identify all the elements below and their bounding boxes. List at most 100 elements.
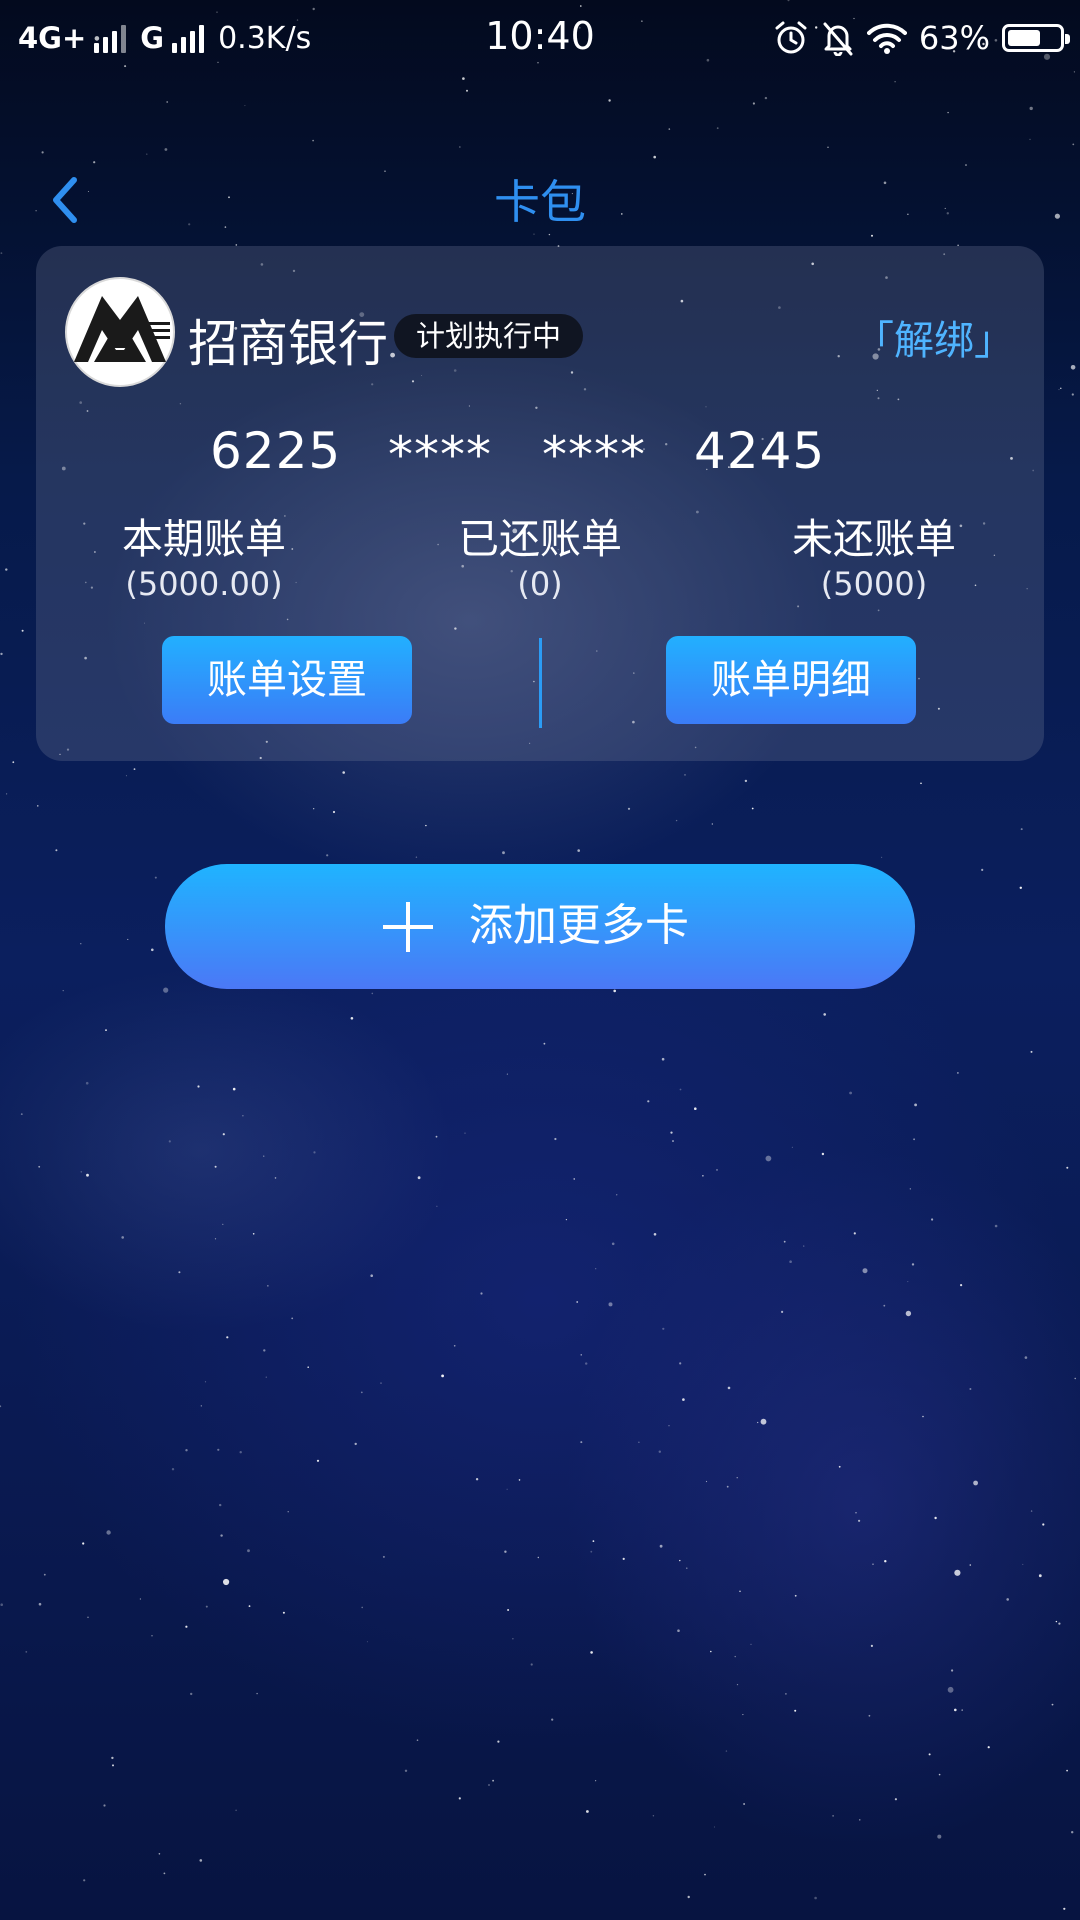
star <box>907 1281 909 1283</box>
star <box>166 101 169 103</box>
star <box>466 89 468 92</box>
star <box>760 1418 767 1425</box>
plus-icon <box>383 902 433 952</box>
star <box>716 1169 718 1171</box>
star <box>736 1477 738 1479</box>
star <box>435 1135 438 1138</box>
bill-details-button[interactable]: 账单明细 <box>666 636 916 724</box>
star <box>853 1232 856 1235</box>
star <box>204 1381 207 1383</box>
star <box>1063 1907 1066 1910</box>
star <box>235 1809 237 1812</box>
star <box>5 568 8 571</box>
star <box>1030 1050 1033 1053</box>
star <box>951 1669 954 1672</box>
star <box>652 1815 655 1817</box>
star <box>112 1764 114 1767</box>
star <box>512 1638 514 1640</box>
star <box>590 1550 593 1553</box>
star <box>1029 106 1033 111</box>
star <box>163 1872 166 1875</box>
wifi-icon <box>866 23 907 54</box>
stat-value: (0) <box>517 565 563 603</box>
star <box>197 1085 200 1088</box>
star <box>354 1442 357 1446</box>
star <box>883 1304 886 1307</box>
star <box>127 938 129 940</box>
star <box>592 1540 595 1542</box>
add-card-button[interactable]: 添加更多卡 <box>165 864 915 989</box>
star <box>872 1563 874 1565</box>
star <box>702 1175 704 1177</box>
button-divider <box>539 638 542 728</box>
bank-logo <box>65 277 175 387</box>
star <box>171 1468 175 1471</box>
star <box>313 1151 316 1154</box>
star <box>242 1115 244 1117</box>
star <box>543 1042 546 1045</box>
star <box>146 153 148 155</box>
star <box>1006 1598 1009 1601</box>
star <box>653 155 656 159</box>
star <box>518 1479 521 1481</box>
unbind-button[interactable]: 「解绑」 <box>854 308 1014 366</box>
stat-label: 已还账单 <box>458 515 622 563</box>
star <box>894 1798 898 1801</box>
star <box>686 1567 688 1569</box>
star <box>716 127 719 130</box>
stat-paid-bill: 已还账单 (0) <box>410 514 670 604</box>
card-number-group: **** <box>542 426 646 484</box>
star <box>312 139 314 142</box>
star <box>783 1240 786 1243</box>
star <box>103 1804 106 1807</box>
star <box>291 1317 294 1320</box>
star <box>82 1542 85 1545</box>
stat-current-bill: 本期账单 (5000.00) <box>74 514 334 604</box>
star <box>1058 1622 1061 1625</box>
star <box>80 943 82 945</box>
star <box>794 1594 797 1597</box>
star <box>265 1376 267 1378</box>
star <box>488 1784 490 1786</box>
star <box>969 1388 972 1390</box>
star <box>83 1879 86 1882</box>
star <box>947 1686 954 1693</box>
star <box>38 1602 42 1606</box>
star <box>164 148 168 151</box>
star <box>507 1609 510 1611</box>
star <box>1074 1377 1076 1380</box>
star <box>436 1205 438 1207</box>
star <box>622 1557 625 1560</box>
star <box>734 1655 736 1658</box>
bill-settings-button[interactable]: 账单设置 <box>162 636 412 724</box>
star <box>928 1753 931 1756</box>
star <box>1070 365 1076 370</box>
star <box>38 1165 41 1168</box>
star <box>789 1260 792 1263</box>
star <box>219 1503 222 1507</box>
star <box>415 856 418 858</box>
star <box>462 77 465 80</box>
star <box>1051 1703 1054 1706</box>
star <box>361 1606 364 1609</box>
star <box>226 1336 229 1339</box>
star <box>704 1873 706 1876</box>
star <box>595 1268 597 1270</box>
star <box>937 1834 942 1839</box>
star <box>274 1177 277 1179</box>
star <box>565 1219 568 1221</box>
star <box>464 1132 466 1134</box>
star <box>577 849 580 852</box>
star <box>43 1573 46 1576</box>
star <box>957 1072 959 1074</box>
star <box>668 1425 670 1427</box>
page-title: 卡包 <box>494 175 586 229</box>
star <box>682 1398 685 1401</box>
star <box>492 1779 494 1782</box>
star <box>55 849 58 852</box>
stat-value: (5000.00) <box>125 565 283 603</box>
star <box>497 1740 500 1743</box>
star <box>370 1274 374 1277</box>
battery-tip <box>1065 34 1070 44</box>
star <box>87 1616 89 1619</box>
